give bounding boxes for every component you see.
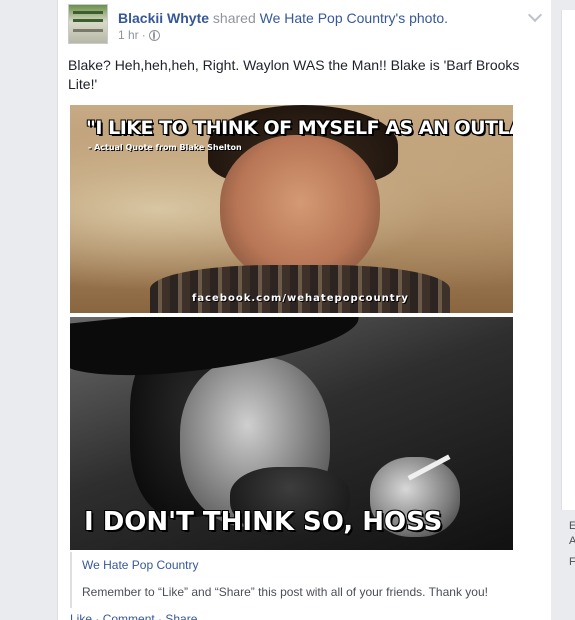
action-separator: · xyxy=(154,612,166,620)
timestamp-link[interactable]: 1 hr xyxy=(118,28,139,42)
attachment-title-link[interactable]: We Hate Pop Country xyxy=(82,558,199,572)
photo-bottom-panel: I DON'T THINK SO, HOSS xyxy=(70,317,513,550)
post-message: Blake? Heh,heh,heh, Right. Waylon WAS th… xyxy=(68,57,520,92)
meta-separator: · xyxy=(141,28,146,42)
globe-icon[interactable] xyxy=(148,29,160,41)
attachment-box: We Hate Pop Country Remember to “Like” a… xyxy=(70,552,515,608)
photo-face xyxy=(220,135,380,285)
feed-story-card: Blackii Whyte shared We Hate Pop Country… xyxy=(57,0,553,620)
right-column-panel xyxy=(561,10,575,510)
sidebar-clipped-text: F xyxy=(569,556,575,568)
comment-link[interactable]: Comment xyxy=(103,612,155,620)
avatar-stripe xyxy=(73,29,103,32)
chevron-down-icon[interactable] xyxy=(527,7,543,23)
avatar-stripe xyxy=(73,19,103,22)
photo-top-panel: "I LIKE TO THINK OF MYSELF AS AN OUTLAW"… xyxy=(70,105,513,313)
story-header: Blackii Whyte shared We Hate Pop Country… xyxy=(68,4,543,48)
sidebar-clipped-text: E xyxy=(569,520,575,532)
photo-bottom-caption: I DON'T THINK SO, HOSS xyxy=(84,507,443,537)
actor-name-link[interactable]: Blackii Whyte xyxy=(118,10,209,26)
shared-photo[interactable]: "I LIKE TO THINK OF MYSELF AS AN OUTLAW"… xyxy=(70,105,513,550)
sidebar-clipped-text: A xyxy=(569,535,575,547)
story-meta: 1 hr · xyxy=(118,28,160,42)
share-verb: shared xyxy=(212,10,256,26)
photo-top-subquote: - Actual Quote from Blake Shelton xyxy=(88,143,242,152)
story-actions: Like · Comment · Share xyxy=(70,612,197,620)
avatar-stripe xyxy=(73,11,103,14)
page-avatar[interactable] xyxy=(68,4,108,44)
action-separator: · xyxy=(92,612,103,620)
photo-watermark: facebook.com/wehatepopcountry xyxy=(192,293,409,304)
shared-source-link[interactable]: We Hate Pop Country's photo. xyxy=(260,10,448,26)
photo-top-quote: "I LIKE TO THINK OF MYSELF AS AN OUTLAW" xyxy=(86,117,513,139)
share-link[interactable]: Share xyxy=(165,612,197,620)
actor-line: Blackii Whyte shared We Hate Pop Country… xyxy=(118,9,448,27)
attachment-description: Remember to “Like” and “Share” this post… xyxy=(82,585,488,599)
like-link[interactable]: Like xyxy=(70,612,92,620)
photo-shirt xyxy=(150,265,450,313)
